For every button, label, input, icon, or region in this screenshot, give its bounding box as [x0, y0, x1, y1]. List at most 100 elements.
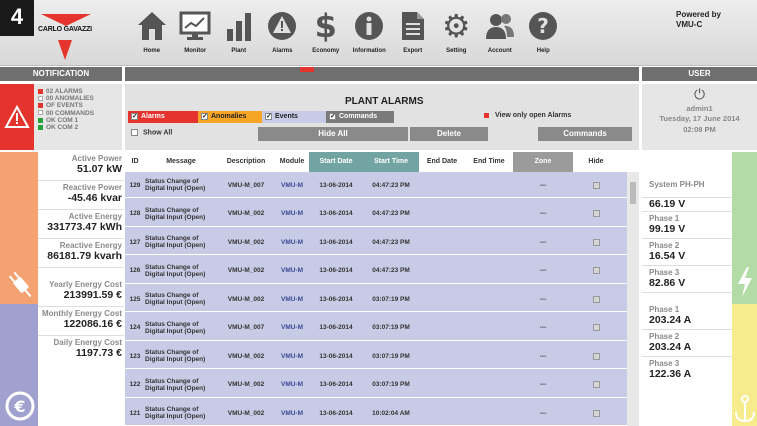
notification-item[interactable]: OF EVENTS — [38, 102, 94, 109]
nav-information[interactable]: Information — [348, 6, 392, 62]
checkbox-icon[interactable] — [201, 111, 208, 123]
svg-text:?: ? — [537, 14, 549, 38]
hide-checkbox[interactable] — [592, 181, 600, 189]
table-row[interactable]: 127 Status Change of Digital Input (Open)… — [125, 229, 627, 255]
column-header[interactable]: Zone — [513, 152, 573, 172]
nav-plant[interactable]: Plant — [217, 6, 261, 62]
table-row[interactable]: 125 Status Change of Digital Input (Open)… — [125, 286, 627, 312]
cell-end-time — [465, 258, 513, 284]
cell-message: Status Change of Digital Input (Open) — [145, 178, 206, 192]
plug-icon — [8, 271, 32, 298]
power-icon[interactable]: ⏻ — [642, 86, 757, 103]
table-row[interactable]: 123 Status Change of Digital Input (Open)… — [125, 343, 627, 369]
hide-checkbox[interactable] — [592, 210, 600, 217]
nav-alarms[interactable]: Alarms — [261, 6, 305, 62]
metric-monthly-cost: Monthly Energy Cost 122086.16 € — [38, 307, 124, 336]
checkbox-icon[interactable] — [131, 129, 138, 136]
cell-id: 129 — [129, 181, 141, 189]
cell-end-time — [465, 201, 513, 227]
hide-checkbox[interactable] — [592, 238, 600, 246]
notification-item[interactable]: OK COM 1 — [38, 117, 94, 124]
cell-start-time: 03:07:19 PM — [372, 295, 410, 303]
cell-start-date: 13-06-2014 — [319, 238, 353, 246]
notification-item[interactable]: 00 ANOMALIES — [38, 95, 94, 102]
checkbox-icon[interactable] — [484, 112, 489, 118]
status-square-icon — [38, 117, 43, 123]
cell-hide — [573, 258, 619, 284]
checkbox-icon[interactable] — [329, 111, 336, 123]
nav-economy[interactable]: $ Economy — [304, 6, 348, 62]
nav-help[interactable]: ? Help — [522, 6, 566, 62]
column-header[interactable]: End Time — [465, 152, 513, 172]
column-header[interactable]: Description — [217, 152, 275, 172]
nav-account[interactable]: Account — [478, 6, 522, 62]
hide-checkbox[interactable] — [592, 352, 600, 360]
delete-button[interactable]: Delete — [410, 127, 488, 141]
filter-commands[interactable]: Commands — [326, 111, 394, 123]
table-row[interactable]: 126 Status Change of Digital Input (Open)… — [125, 258, 627, 284]
cell-message: Status Change of Digital Input (Open) — [145, 320, 206, 335]
commands-button[interactable]: Commands — [538, 127, 632, 141]
hide-checkbox[interactable] — [592, 409, 600, 417]
svg-text:€: € — [13, 397, 25, 416]
notification-item[interactable]: OK COM 2 — [38, 124, 94, 131]
cell-module: VMU-M — [280, 295, 304, 303]
cell-hide — [573, 229, 619, 255]
filter-events[interactable]: Events — [262, 111, 326, 123]
cell-message: Status Change of Digital Input (Open) — [145, 206, 206, 221]
table-row[interactable]: 129 Status Change of Digital Input (Open)… — [125, 172, 627, 198]
cell-start-date: 13-06-2014 — [319, 295, 353, 303]
nav-export[interactable]: Export — [391, 6, 435, 62]
nav-monitor[interactable]: Monitor — [174, 6, 218, 62]
table-row[interactable]: 124 Status Change of Digital Input (Open)… — [125, 315, 627, 341]
cell-module: VMU-M — [280, 181, 304, 189]
cell-module: VMU-M — [280, 352, 304, 360]
table-row[interactable]: 122 Status Change of Digital Input (Open)… — [125, 372, 627, 398]
cell-start-date: 13-06-2014 — [319, 324, 353, 331]
cell-end-time — [465, 315, 513, 341]
column-header[interactable]: End Date — [419, 152, 465, 172]
table-scrollbar[interactable] — [627, 172, 639, 426]
status-square-icon — [38, 110, 43, 116]
column-header[interactable]: Hide — [573, 152, 619, 172]
warning-area[interactable] — [0, 84, 34, 150]
alarm-filters: Alarms Anomalies Events Commands — [128, 111, 394, 123]
column-header[interactable]: Start Date — [309, 152, 363, 172]
hide-checkbox[interactable] — [592, 295, 600, 303]
metric-active-energy: Active Energy 331773.47 kWh — [38, 210, 124, 239]
column-header[interactable]: ID — [125, 152, 145, 172]
notification-item[interactable]: 00 COMMANDS — [38, 110, 94, 117]
hide-all-button[interactable]: Hide All — [258, 127, 408, 141]
warning-icon — [4, 105, 30, 128]
column-header[interactable]: Message — [145, 152, 217, 172]
cell-message: Status Change of Digital Input (Open) — [145, 263, 206, 278]
notification-item[interactable]: 02 ALARMS — [38, 88, 94, 95]
filter-anomalies[interactable]: Anomalies — [198, 111, 262, 123]
powered-by-label: Powered by — [676, 10, 721, 19]
column-header[interactable]: Start Time — [363, 152, 419, 172]
hide-checkbox[interactable] — [592, 324, 600, 331]
table-row[interactable]: 121 Status Change of Digital Input (Open)… — [125, 400, 627, 426]
cell-module: VMU-M — [280, 210, 304, 217]
euro-coin-icon: € — [5, 391, 35, 421]
column-header[interactable]: Module — [275, 152, 309, 172]
nav-home[interactable]: Home — [130, 6, 174, 62]
hide-checkbox[interactable] — [592, 381, 600, 388]
checkbox-icon[interactable] — [265, 111, 272, 123]
checkbox-icon[interactable] — [131, 111, 138, 123]
scrollbar-thumb[interactable] — [630, 182, 636, 204]
table-row[interactable]: 128 Status Change of Digital Input (Open)… — [125, 201, 627, 227]
cell-start-date: 13-06-2014 — [319, 352, 353, 360]
view-open-alarms-toggle[interactable]: View only open Alarms — [484, 112, 571, 119]
cell-hide — [573, 286, 619, 312]
brand-name: CARLO GAVAZZI — [38, 26, 92, 33]
logo-triangle-icon — [58, 40, 72, 60]
show-all-toggle[interactable]: Show All — [131, 129, 172, 136]
hide-checkbox[interactable] — [592, 267, 600, 274]
cell-zone: --- — [539, 324, 547, 331]
filter-alarms[interactable]: Alarms — [128, 111, 198, 123]
info-icon — [355, 12, 384, 40]
nav-setting[interactable]: ⚙ Setting — [435, 6, 479, 62]
reading-phase-voltage: Phase 1 99.19 V — [642, 212, 732, 239]
cell-id: 127 — [129, 238, 141, 246]
